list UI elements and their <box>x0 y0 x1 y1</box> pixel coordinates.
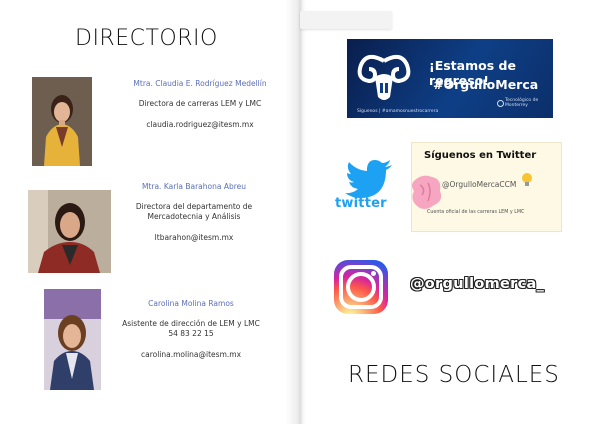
contact-role: Directora del departamento de Mercadotec… <box>135 202 253 222</box>
contact-email[interactable]: carolina.molina@itesm.mx <box>106 350 276 360</box>
portrait-karla <box>28 190 111 273</box>
lightbulb-icon <box>522 173 532 186</box>
portrait-carolina <box>44 289 101 390</box>
orgullo-merca-banner: ¡Estamos de regreso! #OrgulloMerca Sígue… <box>347 39 553 118</box>
contact-role: Asistente de dirección de LEM y LMC <box>122 319 260 329</box>
instagram-icon <box>334 260 388 314</box>
twitter-bird-icon <box>345 160 392 198</box>
page-tab <box>300 11 392 29</box>
contact-role: Directora de carreras LEM y LMC <box>138 99 262 109</box>
contact-photo-1 <box>32 77 92 166</box>
contact-card-3: Carolina Molina Ramos Asistente de direc… <box>106 299 276 361</box>
social-media-title: REDES SOCIALES <box>348 362 560 388</box>
banner-institution: Tecnológico de Monterrey <box>505 98 539 108</box>
contact-email[interactable]: claudia.rodriguez@itesm.mx <box>112 120 288 130</box>
twitter-wordmark: twitter <box>335 196 387 211</box>
banner-line-2: #OrgulloMerca <box>433 77 539 92</box>
brain-icon <box>412 175 442 209</box>
directory-title: DIRECTORIO <box>75 26 218 51</box>
twitter-card-handle: @OrgulloMercaCCM <box>442 180 517 189</box>
instagram-handle[interactable]: @orgullomerca_ <box>410 276 544 292</box>
twitter-card-heading: Síguenos en Twitter <box>424 150 537 161</box>
contact-photo-2 <box>28 190 111 273</box>
portrait-claudia <box>32 77 92 166</box>
twitter-card-subtitle: Cuenta oficial de las carreras LEM y LMC <box>427 210 525 215</box>
contact-name: Mtra. Karla Barahona Abreu <box>141 182 247 191</box>
contact-email[interactable]: ltbarahon@itesm.mx <box>118 233 270 243</box>
contact-name: Carolina Molina Ramos <box>148 299 234 308</box>
contact-photo-3 <box>44 289 101 390</box>
contact-card-1: Mtra. Claudia E. Rodríguez Medellín Dire… <box>112 79 288 130</box>
banner-small-text: Síguenos | #amamosnuestrocarrera <box>357 109 439 114</box>
contact-phone: 54 83 22 15 <box>168 329 214 339</box>
brochure-spread: DIRECTORIO Mtra. Claudia E. Rodríguez Me… <box>0 0 600 424</box>
contact-card-2: Mtra. Karla Barahona Abreu Directora del… <box>118 182 270 244</box>
ram-logo-icon <box>357 54 411 100</box>
twitter-follow-card[interactable]: Síguenos en Twitter @OrgulloMercaCCM Cue… <box>411 142 562 232</box>
page-gutter <box>286 0 306 424</box>
tec-logo-icon <box>497 100 504 107</box>
contact-name: Mtra. Claudia E. Rodríguez Medellín <box>133 79 267 88</box>
